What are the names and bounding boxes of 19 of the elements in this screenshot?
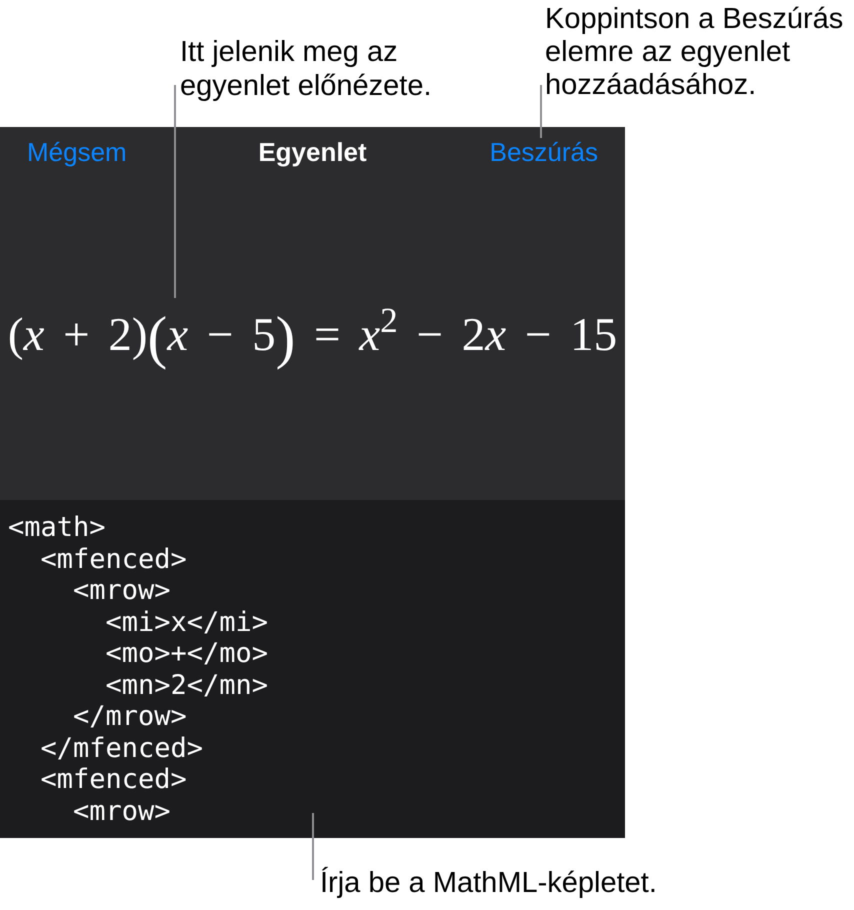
code-line: <mi>x</mi> [106, 606, 268, 638]
callout-text: Itt jelenik meg az egyenlet előnézete. [180, 35, 433, 103]
cancel-button[interactable]: Mégsem [27, 136, 127, 168]
insert-button[interactable]: Beszúrás [490, 136, 598, 168]
code-line: </mrow> [73, 701, 187, 732]
leader-line [540, 85, 542, 138]
code-line: <mfenced> [40, 544, 187, 575]
code-line: <math> [8, 512, 106, 544]
code-line: <mfenced> [40, 764, 187, 796]
code-line: <mrow> [73, 575, 171, 606]
callout-text: Koppintson a Beszúrás elemre az egyenlet hozzáadásához. [545, 3, 844, 102]
callout-text: Írja be a MathML-képletet. [320, 866, 658, 900]
dialog-title: Egyenlet [258, 136, 367, 168]
mathml-input-field[interactable]: <math> <mfenced> <mrow> <mi>x</mi> <mo>+</mo> <mn>2</mn> </mrow> </mfenced> <mfenced> <mrow> [0, 500, 625, 838]
code-line: <mrow> [73, 796, 171, 827]
code-line: <mn>2</mn> [106, 670, 268, 701]
code-line: </mfenced> [40, 732, 204, 764]
leader-line [312, 813, 314, 880]
code-line: <mo>+</mo> [106, 638, 268, 670]
